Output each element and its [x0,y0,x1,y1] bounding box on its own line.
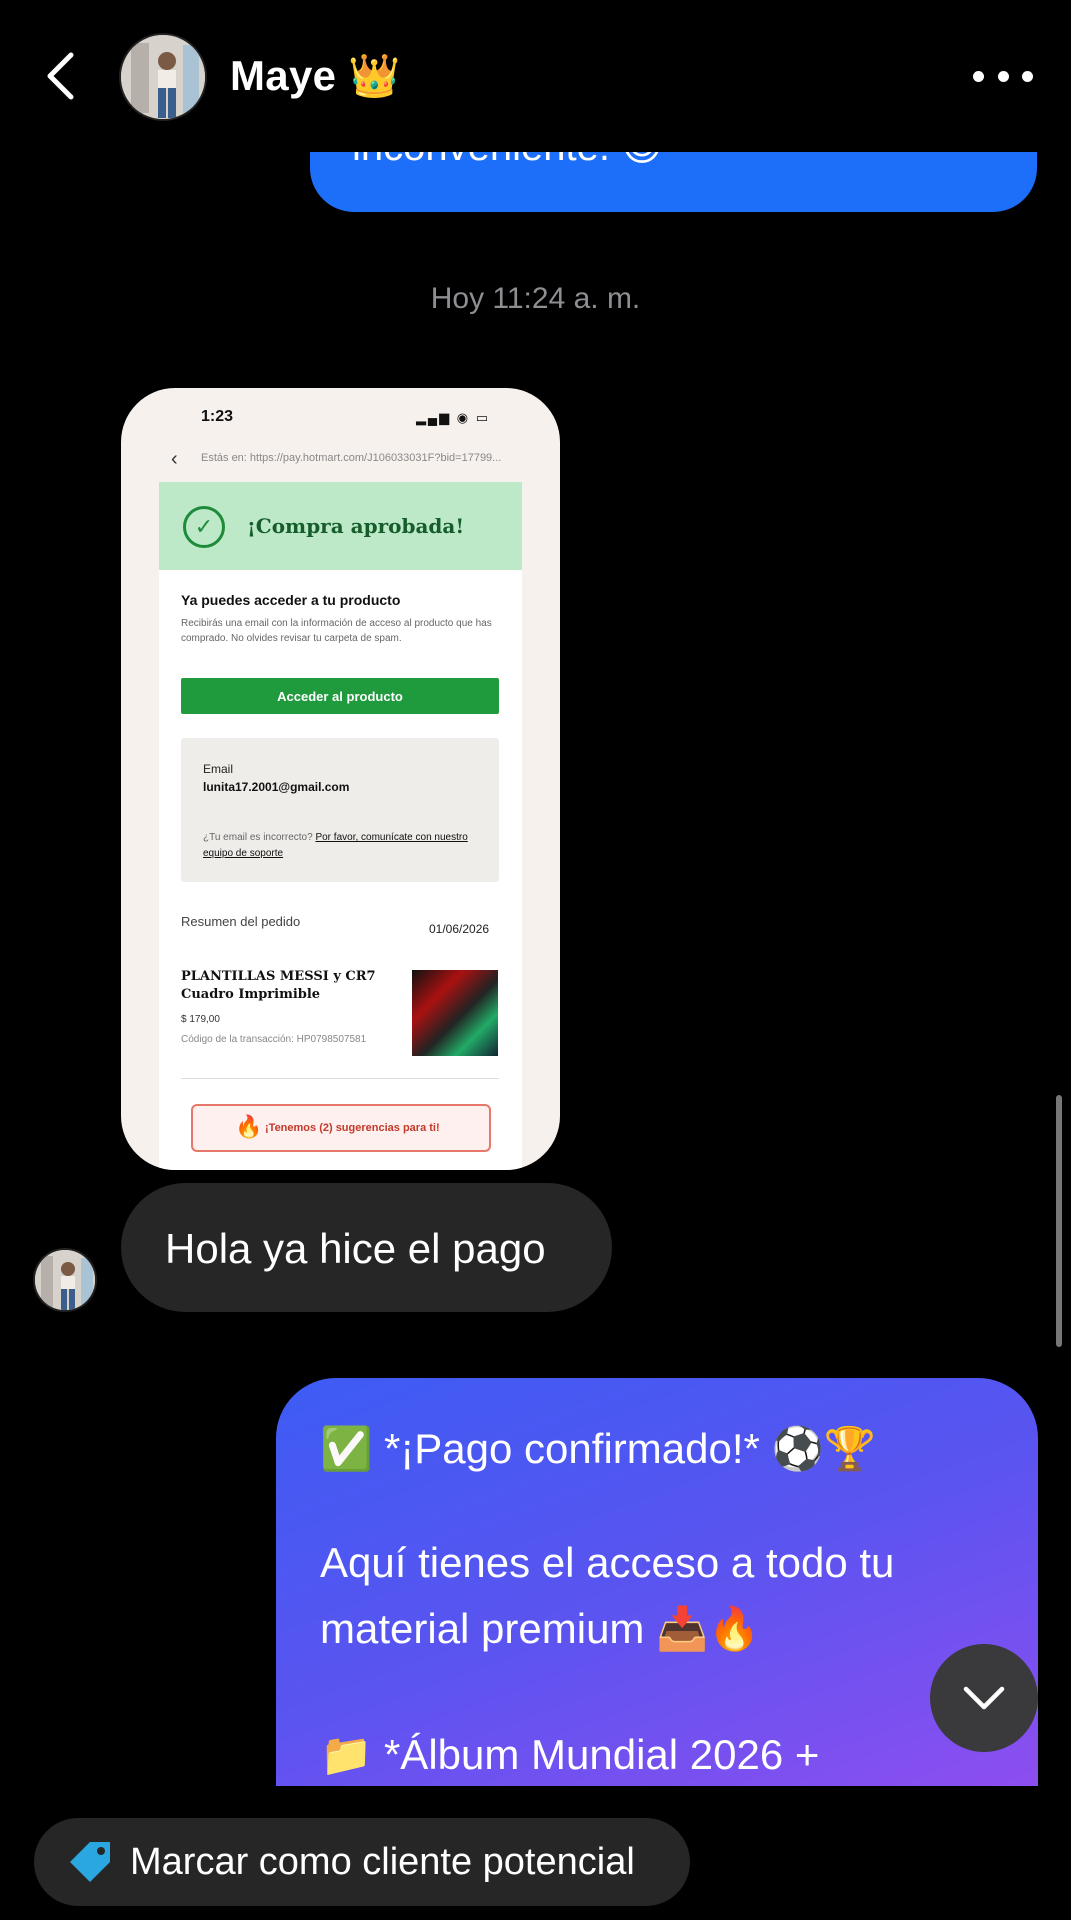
product-price: $ 179,00 [181,1014,220,1025]
tag-icon [70,1842,110,1882]
mark-lead-button[interactable]: Marcar como cliente potencial [34,1818,690,1906]
message-text: Hola ya hice el pago [165,1225,546,1272]
chat-header: Maye 👑 [0,0,1071,152]
transaction-code: Código de la transacción: HP0798507581 [181,1034,367,1045]
product-thumbnail [412,970,498,1056]
flame-icon: 🔥 [235,1114,263,1139]
message-timestamp: Hoy 11:24 a. m. [430,282,641,315]
screenshot-url: Estás en: https://pay.hotmart.com/J10603… [201,452,502,464]
access-product-button: Acceder al producto [181,678,499,714]
scroll-to-bottom-button[interactable] [930,1644,1038,1752]
more-dot [1022,70,1033,82]
email-label: Email [203,762,234,776]
message-line: Aquí tienes el acceso a todo tu [320,1539,895,1586]
approved-title: ¡Compra aprobada! [247,514,465,538]
email-help: ¿Tu email es incorrecto? Por favor, comu… [203,830,483,862]
sender-avatar[interactable] [33,1248,97,1312]
email-box: Email lunita17.2001@gmail.com ¿Tu email … [181,738,499,882]
more-dot [973,70,984,82]
contact-name[interactable]: Maye 👑 [230,52,401,101]
image-message[interactable]: 1:23 ▂▄▆ ◉ ▭ ‹ Estás en: https://pay.hot… [121,388,560,1170]
approved-banner: ✓ ¡Compra aprobada! [159,482,522,570]
message-line: 📁 *Álbum Mundial 2026 + [320,1731,820,1778]
signal-wifi-battery-icon: ▂▄▆ ◉ ▭ [415,410,490,425]
suggestions-text: ¡Tenemos (2) sugerencias para ti! [265,1122,440,1134]
back-button[interactable] [38,44,82,108]
order-date: 01/06/2026 [429,922,490,936]
scrollbar[interactable] [1056,1095,1062,1347]
email-help-prefix: ¿Tu email es incorrecto? [203,832,316,843]
access-title: Ya puedes acceder a tu producto [181,592,401,608]
message-line: ✅ *¡Pago confirmado!* ⚽🏆 [320,1425,877,1472]
contact-avatar[interactable] [119,33,207,121]
chevron-left-icon [47,52,74,100]
mark-lead-label: Marcar como cliente potencial [130,1840,635,1883]
divider [181,1078,499,1079]
more-options-button[interactable] [973,56,1033,96]
suggestions-banner: 🔥 ¡Tenemos (2) sugerencias para ti! [191,1104,491,1152]
message-line: material premium 📥🔥 [320,1605,761,1652]
more-dot [997,70,1009,82]
incoming-message[interactable]: Hola ya hice el pago [121,1183,612,1312]
product-name: PLANTILLAS MESSI y CR7 Cuadro Imprimible [181,969,376,1002]
email-value: lunita17.2001@gmail.com [203,780,350,794]
outgoing-message[interactable]: ✅ *¡Pago confirmado!* ⚽🏆 Aquí tienes el … [276,1378,1038,1786]
chevron-down-icon [963,1686,1005,1710]
access-description: Recibirás una email con la información d… [181,618,492,644]
order-summary-label: Resumen del pedido [181,914,301,929]
chevron-left-icon: ‹ [171,448,178,470]
screenshot-status-time: 1:23 [201,408,234,425]
check-icon: ✓ [183,506,225,548]
